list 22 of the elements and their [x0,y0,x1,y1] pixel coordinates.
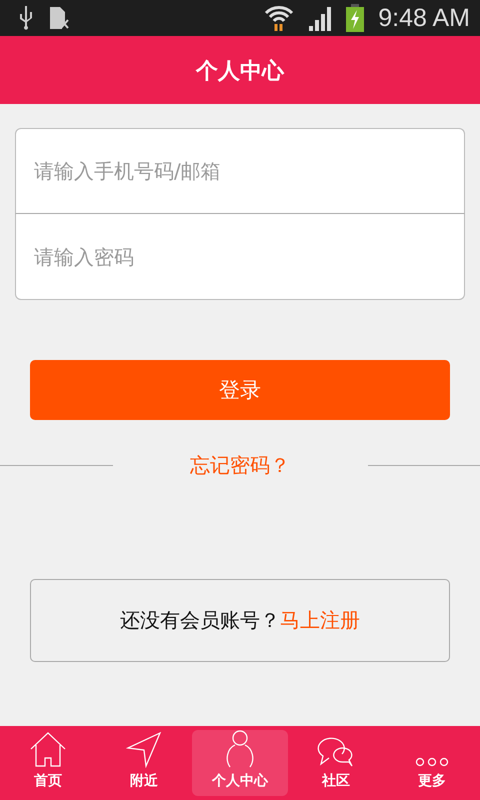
usb-icon [18,6,34,30]
person-icon [225,730,255,768]
password-field[interactable]: 请输入密码 [15,214,465,300]
register-link[interactable]: 马上注册 [280,607,360,634]
tab[interactable]: 个人中心 [192,730,288,796]
forgot-password-link[interactable]: 忘记密码？ [112,452,368,479]
signal-icon [308,5,332,31]
battery-icon [346,4,364,32]
tab[interactable]: 社区 [288,730,384,796]
tab[interactable]: 首页 [0,730,96,796]
navigation-arrow-icon [126,732,162,768]
sim-card-icon [48,6,70,30]
more-icon [415,756,449,768]
tab[interactable]: 更多 [384,730,480,796]
page-title: 个人中心 [196,58,284,86]
wifi-icon [264,4,294,32]
tab[interactable]: 附近 [96,730,192,796]
login-button[interactable]: 登录 [30,360,450,420]
home-icon [29,732,67,768]
clock-time: 9:48 AM [378,4,470,32]
register-prompt: 还没有会员账号？ [120,607,280,634]
account-field[interactable]: 请输入手机号码/邮箱 [15,128,465,214]
